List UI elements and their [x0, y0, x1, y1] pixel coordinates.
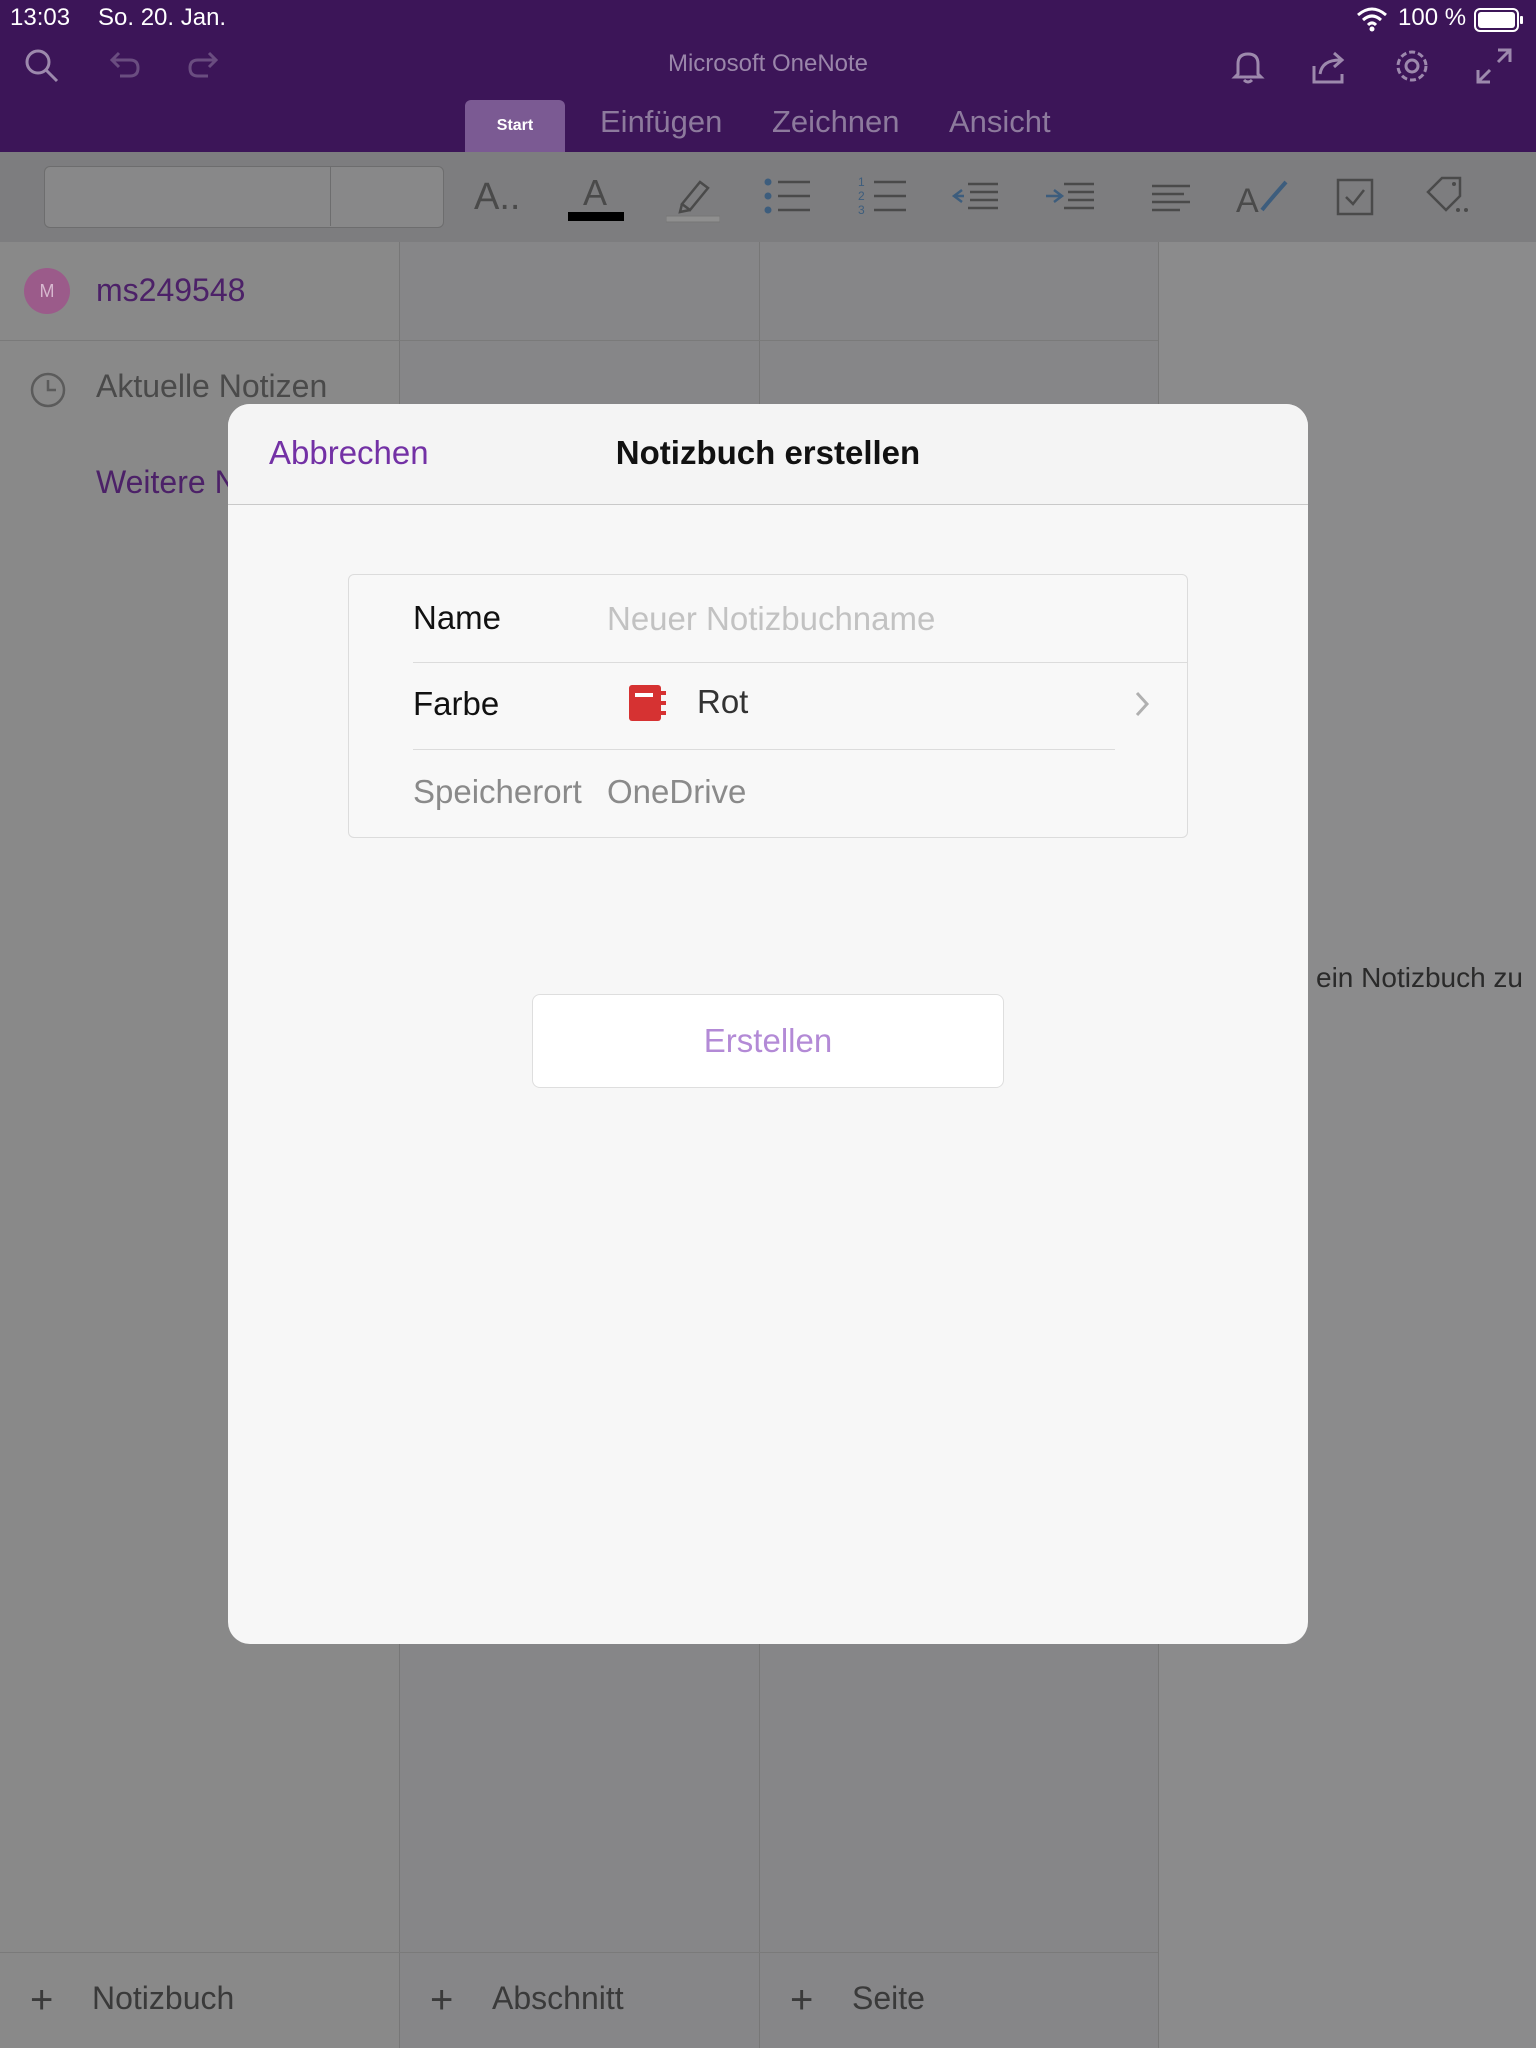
add-section-icon[interactable]: +: [430, 1978, 453, 2023]
bell-icon[interactable]: [1226, 44, 1270, 88]
checkbox-icon[interactable]: [1328, 170, 1382, 224]
add-section-button[interactable]: Abschnitt: [492, 1980, 624, 2017]
sidebar-item-recent[interactable]: Aktuelle Notizen: [96, 368, 327, 405]
svg-text:A: A: [1236, 182, 1259, 220]
notebook-color-icon: [627, 683, 667, 723]
location-value: OneDrive: [607, 773, 747, 810]
styles-icon[interactable]: A: [1236, 170, 1290, 224]
create-button[interactable]: Erstellen: [532, 994, 1004, 1088]
battery-icon: [1474, 8, 1524, 32]
tag-icon[interactable]: [1420, 170, 1474, 224]
form-divider: [413, 749, 1115, 750]
add-page-icon[interactable]: +: [790, 1978, 813, 2023]
tab-zeichnen[interactable]: Zeichnen: [772, 104, 900, 140]
column-header-divider: [0, 340, 1158, 341]
add-notebook-icon[interactable]: +: [30, 1978, 53, 2023]
status-date: So. 20. Jan.: [98, 4, 227, 31]
name-label: Name: [413, 599, 502, 636]
tab-einfuegen[interactable]: Einfügen: [600, 104, 722, 140]
form-divider: [413, 662, 1187, 663]
location-label: Speicherort: [413, 773, 582, 810]
tab-start[interactable]: Start: [465, 100, 565, 152]
outdent-icon[interactable]: [948, 170, 1002, 224]
font-style-icon[interactable]: A..: [474, 170, 528, 224]
status-time: 13:03: [10, 4, 71, 31]
highlighter-icon[interactable]: [665, 170, 721, 224]
column-footer-divider: [0, 1952, 1158, 1953]
tab-ansicht[interactable]: Ansicht: [949, 104, 1051, 140]
color-value[interactable]: Rot: [697, 683, 748, 721]
account-name[interactable]: ms249548: [96, 272, 245, 309]
wifi-icon: [1356, 6, 1388, 32]
avatar[interactable]: M: [24, 268, 70, 314]
align-icon[interactable]: [1144, 170, 1198, 224]
svg-text:1: 1: [858, 175, 865, 189]
share-icon[interactable]: [1308, 44, 1352, 88]
create-notebook-dialog: Notizbuch erstellen Abbrechen Name Farbe…: [228, 404, 1308, 1644]
cancel-button[interactable]: Abbrechen: [269, 434, 429, 472]
gear-icon[interactable]: [1390, 44, 1434, 88]
add-notebook-button[interactable]: Notizbuch: [92, 1980, 234, 2017]
color-label: Farbe: [413, 685, 500, 722]
font-selector[interactable]: [44, 166, 444, 228]
svg-text:3: 3: [858, 203, 865, 217]
battery-percent: 100 %: [1398, 4, 1467, 31]
expand-icon[interactable]: [1472, 44, 1516, 88]
notebook-form: Name Farbe Rot Speicherort OneDrive: [348, 574, 1188, 838]
notebook-name-input[interactable]: [607, 591, 1147, 647]
indent-icon[interactable]: [1044, 170, 1098, 224]
app-title: Microsoft OneNote: [667, 50, 869, 77]
empty-state-hint: ein Notizbuch zu: [1316, 962, 1524, 993]
clock-icon: [28, 370, 68, 410]
font-color-bar: [568, 212, 624, 221]
chevron-right-icon[interactable]: [1129, 689, 1155, 719]
numbered-list-icon[interactable]: 123: [856, 170, 910, 224]
svg-text:2: 2: [858, 189, 865, 203]
add-page-button[interactable]: Seite: [852, 1980, 925, 2017]
font-size-divider: [330, 166, 331, 226]
bullet-list-icon[interactable]: [760, 170, 814, 224]
